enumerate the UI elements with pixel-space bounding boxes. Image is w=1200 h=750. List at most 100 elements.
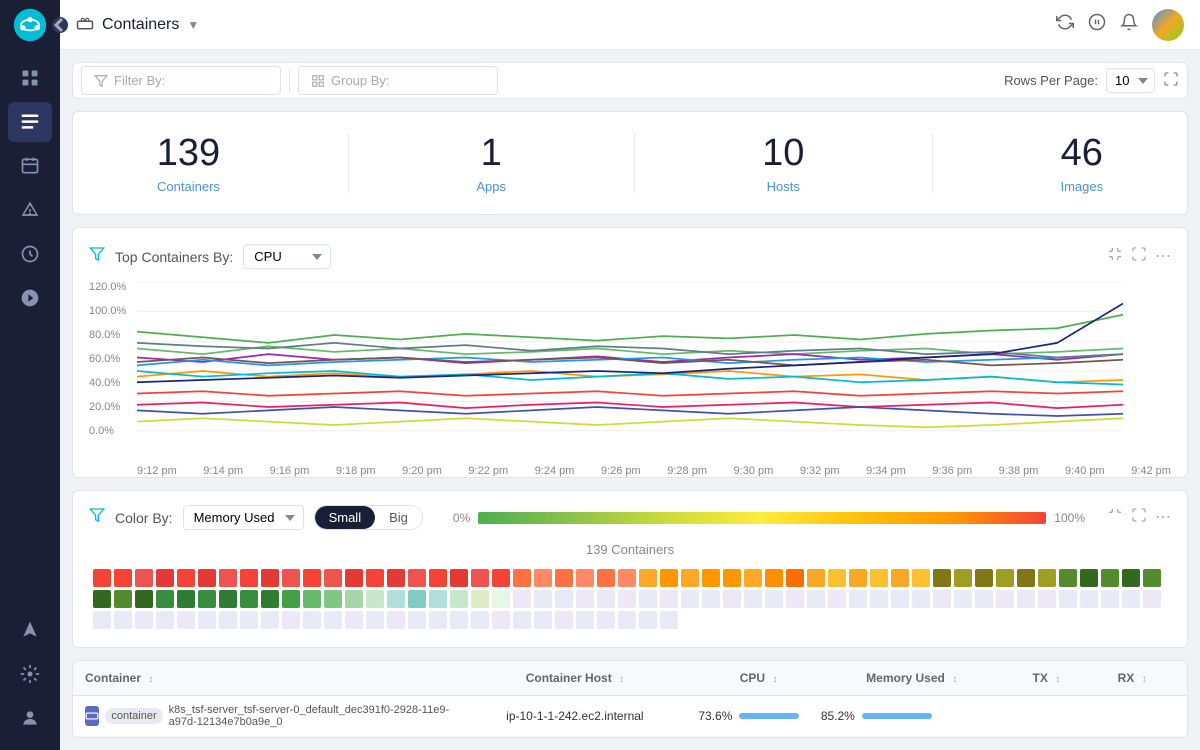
treemap-cell[interactable]: [450, 611, 468, 629]
sidebar-item-navigate[interactable]: [8, 610, 52, 650]
treemap-cell[interactable]: [618, 611, 636, 629]
treemap-cell[interactable]: [597, 569, 615, 587]
treemap-cell[interactable]: [345, 611, 363, 629]
chart-more-icon[interactable]: ⋯: [1155, 246, 1171, 267]
treemap-cell[interactable]: [1017, 590, 1035, 608]
treemap-cell[interactable]: [219, 569, 237, 587]
size-small-btn[interactable]: Small: [315, 506, 376, 529]
treemap-cell[interactable]: [1017, 569, 1035, 587]
treemap-cell[interactable]: [555, 569, 573, 587]
treemap-cell[interactable]: [702, 569, 720, 587]
treemap-cell[interactable]: [135, 569, 153, 587]
treemap-cell[interactable]: [135, 590, 153, 608]
treemap-cell[interactable]: [849, 590, 867, 608]
treemap-cell[interactable]: [93, 611, 111, 629]
sidebar-item-plugins[interactable]: [8, 278, 52, 318]
treemap-cell[interactable]: [933, 569, 951, 587]
chart-metric-select[interactable]: CPU Memory Network: [243, 244, 331, 269]
rx-sort-icon[interactable]: ↕: [1142, 674, 1147, 685]
treemap-cell[interactable]: [744, 569, 762, 587]
treemap-cell[interactable]: [891, 569, 909, 587]
treemap-cell[interactable]: [303, 611, 321, 629]
treemap-cell[interactable]: [156, 590, 174, 608]
sidebar-item-integrations[interactable]: [8, 654, 52, 694]
treemap-cell[interactable]: [261, 569, 279, 587]
treemap-cell[interactable]: [555, 611, 573, 629]
treemap-cell[interactable]: [240, 590, 258, 608]
treemap-cell[interactable]: [1101, 569, 1119, 587]
sidebar-item-user[interactable]: [8, 698, 52, 738]
treemap-cell[interactable]: [870, 569, 888, 587]
colorby-more-icon[interactable]: ⋯: [1155, 507, 1171, 528]
treemap-cell[interactable]: [996, 590, 1014, 608]
sidebar-item-captures[interactable]: [8, 234, 52, 274]
sidebar-item-dashboard[interactable]: [8, 58, 52, 98]
treemap-cell[interactable]: [597, 611, 615, 629]
treemap-cell[interactable]: [702, 590, 720, 608]
treemap-cell[interactable]: [1080, 590, 1098, 608]
treemap-cell[interactable]: [576, 590, 594, 608]
treemap-cell[interactable]: [303, 590, 321, 608]
treemap-cell[interactable]: [345, 569, 363, 587]
treemap-cell[interactable]: [954, 569, 972, 587]
treemap-cell[interactable]: [219, 611, 237, 629]
host-sort-icon[interactable]: ↕: [619, 674, 624, 685]
treemap-cell[interactable]: [765, 569, 783, 587]
treemap-cell[interactable]: [471, 590, 489, 608]
treemap-cell[interactable]: [387, 590, 405, 608]
treemap-cell[interactable]: [513, 590, 531, 608]
treemap-cell[interactable]: [534, 590, 552, 608]
treemap-cell[interactable]: [429, 590, 447, 608]
treemap-cell[interactable]: [303, 569, 321, 587]
treemap-cell[interactable]: [114, 569, 132, 587]
treemap-cell[interactable]: [639, 590, 657, 608]
colorby-minimize-icon[interactable]: [1107, 507, 1123, 528]
treemap-cell[interactable]: [660, 611, 678, 629]
treemap-cell[interactable]: [1038, 569, 1056, 587]
treemap-cell[interactable]: [93, 590, 111, 608]
treemap-cell[interactable]: [198, 611, 216, 629]
treemap-cell[interactable]: [219, 590, 237, 608]
treemap-cell[interactable]: [912, 569, 930, 587]
treemap-cell[interactable]: [618, 569, 636, 587]
treemap-cell[interactable]: [975, 569, 993, 587]
treemap-cell[interactable]: [786, 569, 804, 587]
treemap-cell[interactable]: [450, 590, 468, 608]
treemap-cell[interactable]: [387, 611, 405, 629]
treemap-cell[interactable]: [198, 590, 216, 608]
bell-icon[interactable]: [1120, 13, 1138, 36]
expand-icon[interactable]: [1163, 71, 1179, 90]
treemap-cell[interactable]: [1143, 590, 1161, 608]
treemap-cell[interactable]: [429, 611, 447, 629]
treemap-cell[interactable]: [1143, 569, 1161, 587]
treemap-cell[interactable]: [681, 569, 699, 587]
treemap-cell[interactable]: [408, 569, 426, 587]
treemap-cell[interactable]: [996, 569, 1014, 587]
sidebar-collapse-btn[interactable]: [52, 17, 68, 33]
treemap-cell[interactable]: [261, 590, 279, 608]
treemap-cell[interactable]: [975, 590, 993, 608]
treemap-cell[interactable]: [744, 590, 762, 608]
treemap-cell[interactable]: [324, 611, 342, 629]
treemap-cell[interactable]: [450, 569, 468, 587]
treemap-cell[interactable]: [807, 590, 825, 608]
treemap-cell[interactable]: [849, 569, 867, 587]
treemap-cell[interactable]: [1080, 569, 1098, 587]
treemap-cell[interactable]: [282, 611, 300, 629]
treemap-cell[interactable]: [114, 590, 132, 608]
treemap-cell[interactable]: [639, 611, 657, 629]
tx-sort-icon[interactable]: ↕: [1055, 674, 1060, 685]
treemap-cell[interactable]: [660, 569, 678, 587]
treemap-cell[interactable]: [513, 569, 531, 587]
filter-by-input[interactable]: Filter By:: [81, 66, 281, 95]
treemap-cell[interactable]: [492, 611, 510, 629]
treemap-cell[interactable]: [1038, 590, 1056, 608]
treemap-cell[interactable]: [282, 590, 300, 608]
container-sort-icon[interactable]: ↕: [148, 674, 153, 685]
treemap-cell[interactable]: [387, 569, 405, 587]
treemap-cell[interactable]: [912, 590, 930, 608]
size-big-btn[interactable]: Big: [375, 506, 422, 529]
treemap-cell[interactable]: [177, 569, 195, 587]
treemap-cell[interactable]: [786, 590, 804, 608]
treemap-cell[interactable]: [408, 590, 426, 608]
